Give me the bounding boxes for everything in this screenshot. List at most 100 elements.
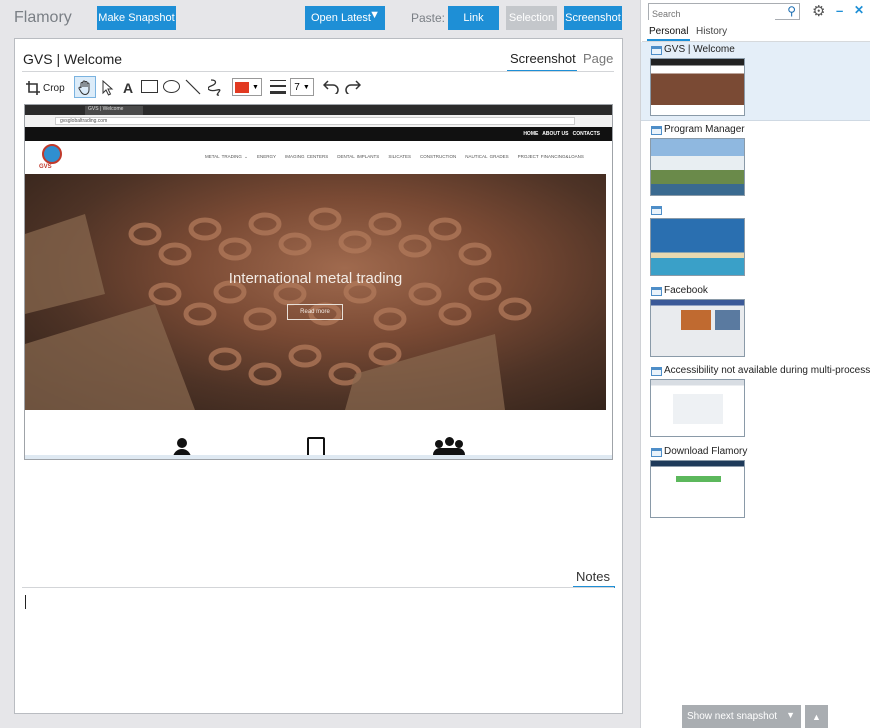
hand-icon: [78, 80, 90, 95]
paste-label: Paste:: [411, 11, 446, 25]
snapshot-thumbnail: [650, 379, 745, 437]
snapshot-title: Download Flamory: [664, 446, 748, 457]
title-divider: [22, 71, 614, 72]
app-title: Flamory: [14, 9, 72, 26]
hero-heading: International metal trading: [228, 270, 403, 287]
snapshot-thumbnail: [650, 138, 745, 196]
snapshot-item-program-manager[interactable]: Program Manager: [641, 122, 870, 200]
scroll-up-button[interactable]: ▲: [805, 705, 828, 728]
pointer-icon: [102, 80, 114, 96]
line-width-value: 7: [294, 81, 300, 93]
line-width-select[interactable]: 7 ▼: [290, 78, 314, 96]
line-icon: [185, 79, 201, 95]
mainnav-item: ENERGY: [256, 154, 276, 159]
browser-tab: GVS | Welcome: [85, 106, 143, 115]
window-icon: [651, 46, 662, 55]
open-latest-label: Open Latest: [311, 12, 371, 24]
dropdown-arrow-icon[interactable]: ▼: [369, 9, 380, 21]
document-title: GVS | Welcome: [23, 51, 123, 67]
tab-page[interactable]: Page: [583, 51, 613, 66]
site-mainnav: METAL TRADING ⌄ ENERGY IMAGING CENTERS D…: [205, 154, 584, 160]
freehand-tool-button[interactable]: [207, 78, 223, 96]
redo-button[interactable]: [345, 78, 361, 96]
undo-icon: [323, 80, 339, 94]
address-bar: gvsglobaltrading.com: [55, 117, 575, 125]
topnav-about: ABOUT US: [542, 131, 569, 137]
snapshot-title: Accessibility not available during multi…: [664, 365, 870, 376]
paste-selection-button[interactable]: Selection: [506, 6, 557, 30]
topnav-contacts: CONTACTS: [572, 131, 600, 137]
paste-link-button[interactable]: Link: [448, 6, 499, 30]
hand-tool-button[interactable]: [74, 76, 96, 98]
chevron-down-icon: ▼: [252, 83, 259, 91]
crop-icon: [26, 81, 40, 95]
minimize-icon[interactable]: –: [836, 3, 843, 18]
mainnav-item: IMAGING CENTERS: [285, 154, 329, 159]
mainnav-item: METAL TRADING ⌄: [205, 154, 248, 159]
snapshot-thumbnail: [650, 218, 745, 276]
snapshot-thumbnail: [650, 460, 745, 518]
mainnav-item: SILICATES: [388, 154, 411, 159]
search-icon[interactable]: ⚲: [787, 4, 796, 18]
freehand-icon: [208, 79, 221, 96]
tab-screenshot[interactable]: Screenshot: [510, 51, 576, 66]
text-cursor: [25, 595, 26, 609]
show-next-label: Show next snapshot: [687, 711, 778, 722]
site-header: GVS METAL TRADING ⌄ ENERGY IMAGING CENTE…: [25, 141, 612, 174]
paste-screenshot-button[interactable]: Screenshot: [564, 6, 622, 30]
window-icon: [651, 287, 662, 296]
color-picker[interactable]: ▼: [232, 78, 262, 96]
search-field[interactable]: [649, 6, 775, 22]
snapshot-title: GVS | Welcome: [664, 44, 735, 55]
open-latest-button[interactable]: Open Latest ▼: [305, 6, 385, 30]
mainnav-item: NAUTICAL GRADES: [465, 154, 509, 159]
chevron-down-icon: ▼: [786, 710, 795, 720]
search-input[interactable]: ⚲: [648, 3, 800, 22]
close-icon[interactable]: ✕: [854, 3, 864, 17]
screenshot-canvas[interactable]: GVS | Welcome gvsglobaltrading.com HOME …: [24, 104, 613, 460]
text-tool-button[interactable]: A: [120, 78, 136, 98]
window-icon: [651, 448, 662, 457]
rectangle-tool-icon[interactable]: [141, 80, 158, 93]
notes-textarea[interactable]: [22, 589, 614, 707]
snapshot-item-untitled[interactable]: [641, 202, 870, 280]
canvas-bottom-strip: [25, 455, 612, 459]
snapshot-item-gvs[interactable]: GVS | Welcome: [641, 42, 870, 121]
tab-personal[interactable]: Personal: [649, 26, 688, 37]
browser-tab-strip: GVS | Welcome: [25, 105, 612, 115]
snapshot-title: Program Manager: [664, 124, 745, 135]
site-topnav-links: HOME ABOUT US CONTACTS: [523, 131, 600, 137]
undo-button[interactable]: [323, 78, 339, 96]
window-icon: [651, 367, 662, 376]
select-tool-button[interactable]: [100, 78, 116, 98]
redo-icon: [345, 80, 361, 94]
notes-label: Notes: [576, 569, 610, 584]
topnav-home: HOME: [523, 131, 539, 137]
chevron-up-icon: ▲: [812, 711, 821, 722]
line-tool-button[interactable]: [185, 78, 201, 96]
site-topnav: HOME ABOUT US CONTACTS: [25, 127, 612, 141]
snapshot-thumbnail: [650, 299, 745, 357]
show-next-snapshot-button[interactable]: Show next snapshot ▼: [682, 705, 801, 728]
notes-divider: [22, 587, 614, 588]
rusty-chains-illustration: [25, 207, 532, 410]
color-swatch: [235, 81, 250, 93]
snapshot-item-accessibility[interactable]: Accessibility not available during multi…: [641, 363, 870, 441]
hero-read-more-button: Read more: [287, 304, 343, 320]
ellipse-tool-icon[interactable]: [163, 80, 180, 93]
mainnav-item: CONSTRUCTION: [420, 154, 457, 159]
snapshot-item-download-flamory[interactable]: Download Flamory: [641, 444, 870, 522]
gear-icon[interactable]: ⚙: [812, 2, 825, 20]
snapshot-title: Facebook: [664, 285, 708, 296]
mainnav-item: PROJECT FINANCING&LOANS: [517, 154, 584, 159]
snapshot-thumbnail: [650, 58, 745, 116]
line-width-icon: [270, 80, 286, 94]
site-logo-globe: [42, 144, 62, 164]
make-snapshot-button[interactable]: Make Snapshot: [97, 6, 176, 30]
hero-image: International metal trading Read more: [25, 174, 606, 410]
tab-history[interactable]: History: [696, 26, 727, 37]
snapshot-item-facebook[interactable]: Facebook: [641, 283, 870, 361]
window-icon: [651, 206, 662, 215]
window-icon: [651, 126, 662, 135]
crop-button[interactable]: Crop: [26, 78, 65, 98]
